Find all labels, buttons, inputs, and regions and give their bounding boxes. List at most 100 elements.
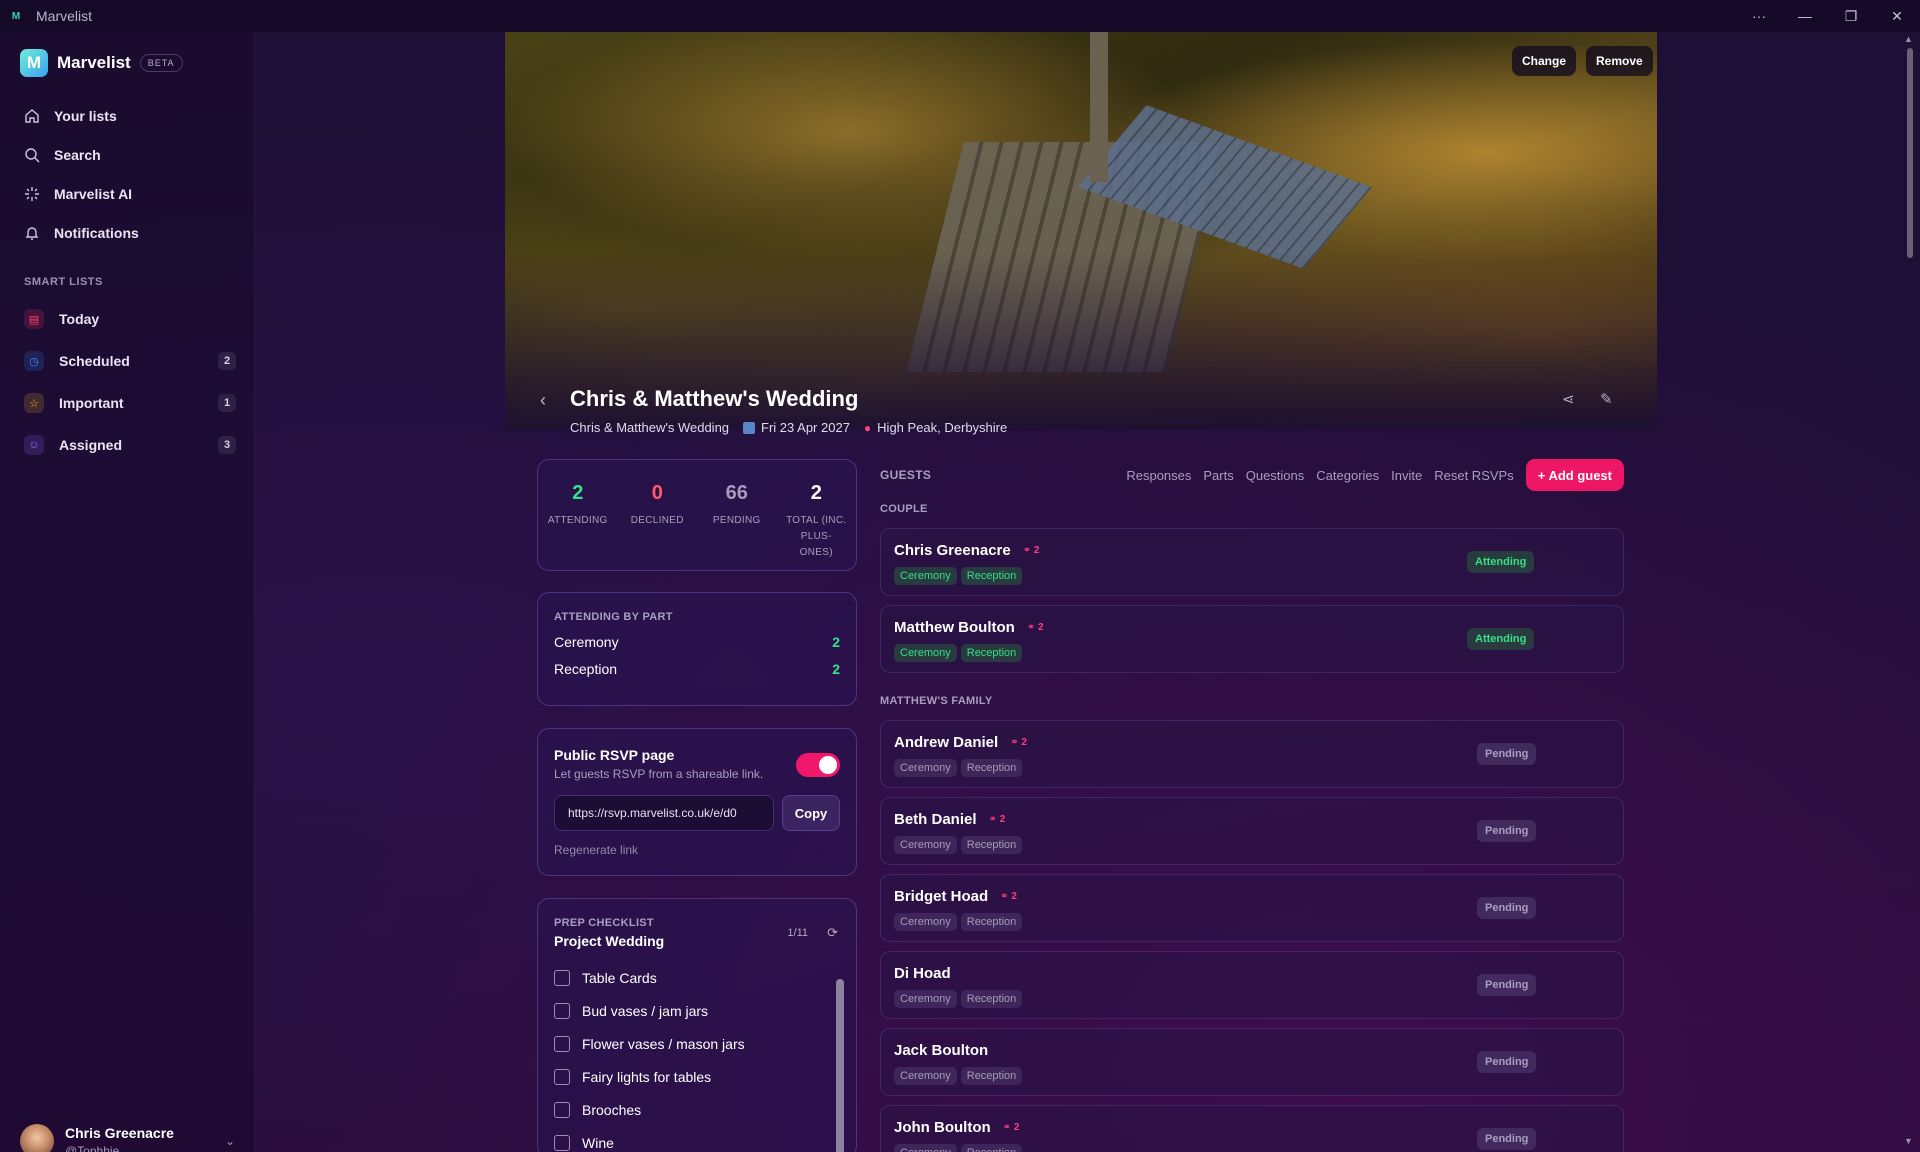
remove-cover-button[interactable]: Remove [1586, 46, 1653, 76]
tab-invite[interactable]: Invite [1391, 468, 1422, 483]
sync-icon[interactable]: ⟳ [827, 925, 838, 941]
page-meta: Chris & Matthew's Wedding Fri 23 Apr 202… [570, 420, 1021, 435]
change-cover-button[interactable]: Change [1512, 46, 1577, 76]
count-badge: 3 [218, 436, 236, 454]
checkbox[interactable] [554, 1035, 570, 1052]
user-handle: @Tophhie [65, 1143, 120, 1152]
location-meta: ● High Peak, Derbyshire [864, 420, 1007, 435]
checkbox[interactable] [554, 1068, 570, 1085]
guest-tags: CeremonyReception [894, 644, 1026, 662]
guest-name-line: Chris Greenacre ⚭ 2 [894, 542, 1039, 559]
checklist-scrollbar[interactable] [836, 963, 844, 1152]
scrollbar-thumb[interactable] [836, 979, 844, 1152]
tab-questions[interactable]: Questions [1246, 468, 1305, 483]
add-guest-button[interactable]: + Add guest [1525, 459, 1624, 491]
guest-row[interactable]: Jack Boulton Ceremony Reception Pending [880, 1028, 1624, 1096]
guest-name-line: Beth Daniel ⚭ 2 [894, 811, 1005, 828]
guest-row[interactable]: Bridget Hoad ⚭ 2 Ceremony Reception Pending [880, 874, 1624, 942]
stat-value: 2 [810, 482, 822, 504]
regenerate-link[interactable]: Regenerate link [554, 843, 840, 857]
guest-row[interactable]: John Boulton ⚭ 2 CeremonyReception Pending [880, 1105, 1624, 1152]
checklist-item[interactable]: Bud vases / jam jars [554, 994, 840, 1027]
scrollbar-thumb[interactable] [1907, 48, 1913, 258]
link-icon: ⚭ [1002, 1122, 1012, 1133]
tab-reset-rsvps[interactable]: Reset RSVPs [1434, 468, 1513, 483]
plus-one-badge: ⚭ 2 [1027, 622, 1044, 633]
status-badge[interactable]: Pending [1477, 820, 1537, 842]
tag-ceremony: Ceremony [894, 990, 957, 1008]
nav-search[interactable]: Search [12, 135, 244, 174]
rsvp-link-field[interactable]: https://rsvp.marvelist.co.uk/e/d0 [554, 795, 774, 831]
checklist-item[interactable]: Brooches [554, 1093, 840, 1126]
tag-reception: Reception [960, 644, 1023, 662]
smart-lists: ▤ Today ◷ Scheduled 2 ☆ Important 1 ☺ As… [12, 298, 244, 466]
more-icon[interactable]: ··· [1736, 0, 1782, 32]
checkbox[interactable] [554, 1002, 570, 1019]
edit-icon[interactable]: ✎ [1600, 390, 1613, 408]
part-count: 2 [832, 661, 840, 677]
smart-list-today[interactable]: ▤ Today [12, 298, 244, 340]
status-badge[interactable]: Pending [1477, 743, 1537, 765]
calendar-icon [743, 421, 756, 434]
status-badge[interactable]: Pending [1477, 1051, 1537, 1073]
smart-list-assigned[interactable]: ☺ Assigned 3 [12, 424, 244, 466]
plus-one-count: 2 [1033, 545, 1040, 556]
checkbox[interactable] [554, 969, 570, 986]
tab-categories[interactable]: Categories [1316, 468, 1379, 483]
guest-row[interactable]: Di Hoad Ceremony Reception Pending [880, 951, 1624, 1019]
checklist-item[interactable]: Wine [554, 1126, 840, 1152]
scroll-down-icon[interactable]: ▼ [1904, 1136, 1913, 1146]
rsvp-toggle[interactable] [796, 753, 840, 777]
checklist-item[interactable]: Table Cards [554, 961, 840, 994]
guest-tags: CeremonyReception [894, 759, 1026, 777]
marvelist-logo-icon: M [20, 49, 48, 77]
tab-responses[interactable]: Responses [1126, 468, 1191, 483]
brand-name: Marvelist [57, 53, 131, 72]
smart-list-important[interactable]: ☆ Important 1 [12, 382, 244, 424]
guest-tags: CeremonyReception [894, 836, 1026, 854]
checklist-item[interactable]: Fairy lights for tables [554, 1060, 840, 1093]
window-scrollbar[interactable]: ▲ ▼ [1900, 32, 1920, 1152]
stats-card: 2 ATTENDING 0 DECLINED 66 PENDING 2 TOTA… [537, 459, 857, 571]
user-profile[interactable]: Chris Greenacre @Tophhie ⌄ [20, 1124, 235, 1152]
copy-button[interactable]: Copy [782, 795, 840, 831]
share-icon[interactable]: ⋖ [1562, 390, 1575, 408]
tag-ceremony: Ceremony [894, 1067, 957, 1085]
guest-name-line: Bridget Hoad ⚭ 2 [894, 888, 1017, 905]
checklist-item-label: Table Cards [582, 969, 657, 986]
status-badge[interactable]: Attending [1467, 628, 1535, 650]
smart-list-scheduled[interactable]: ◷ Scheduled 2 [12, 340, 244, 382]
checklist-item[interactable]: Flower vases / mason jars [554, 1027, 840, 1060]
guest-row[interactable]: Chris Greenacre ⚭ 2 Ceremony Reception Atten… [880, 528, 1624, 596]
plus-one-badge: ⚭ 2 [1010, 737, 1027, 748]
close-button[interactable]: ✕ [1874, 0, 1920, 32]
guest-row[interactable]: Beth Daniel ⚭ 2 Ceremony Reception Pending [880, 797, 1624, 865]
app-logo-icon: M [11, 10, 21, 22]
date-meta: Fri 23 Apr 2027 [743, 420, 850, 435]
guest-row[interactable]: Matthew Boulton ⚭ 2 Ceremony Reception Atten… [880, 605, 1624, 673]
status-badge[interactable]: Pending [1477, 1128, 1537, 1150]
status-badge[interactable]: Attending [1467, 551, 1535, 573]
minimize-button[interactable]: — [1782, 0, 1828, 32]
nav-notifications[interactable]: Notifications [12, 213, 244, 252]
checkbox[interactable] [554, 1101, 570, 1118]
maximize-button[interactable]: ❐ [1828, 0, 1874, 32]
user-name: Chris Greenacre [65, 1124, 174, 1141]
tag-reception: Reception [960, 913, 1023, 931]
cover-shade [505, 32, 1657, 430]
nav-label: Search [54, 146, 101, 163]
nav-marvelist-ai[interactable]: Marvelist AI [12, 174, 244, 213]
plus-one-count: 2 [1011, 891, 1017, 902]
nav-your-lists[interactable]: Your lists [12, 96, 244, 135]
tab-parts[interactable]: Parts [1203, 468, 1233, 483]
status-badge[interactable]: Pending [1477, 974, 1537, 996]
tag-reception: Reception [960, 567, 1023, 585]
chevron-down-icon[interactable]: ⌄ [225, 1134, 235, 1148]
guest-row[interactable]: Andrew Daniel ⚭ 2 Ceremony Reception Pending [880, 720, 1624, 788]
status-badge[interactable]: Pending [1477, 897, 1537, 919]
scroll-up-icon[interactable]: ▲ [1904, 34, 1913, 44]
guest-name: Di Hoad [894, 965, 951, 982]
guest-name-line: John Boulton ⚭ 2 [894, 1119, 1019, 1136]
checkbox[interactable] [554, 1134, 570, 1151]
back-chevron-icon[interactable]: ‹ [540, 390, 546, 411]
